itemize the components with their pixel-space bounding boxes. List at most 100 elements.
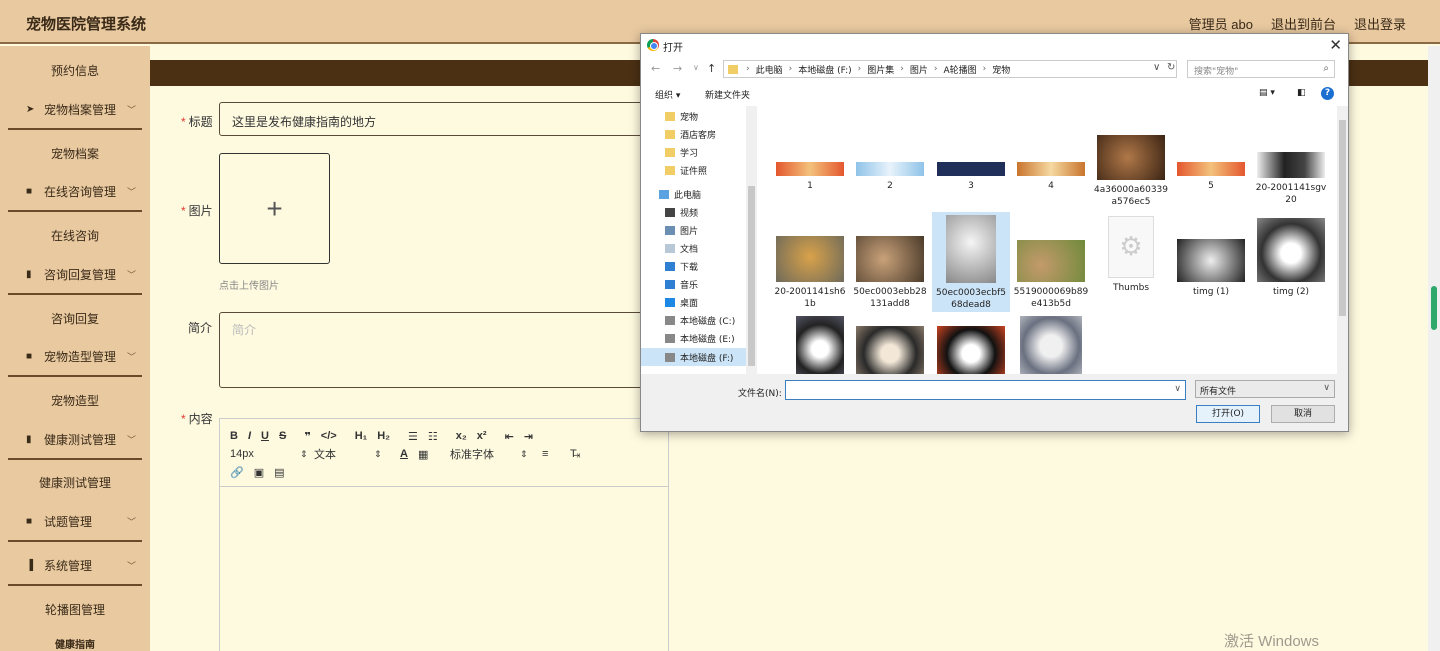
text-style-select[interactable]: 文本 [314, 446, 374, 462]
chevron-down-icon[interactable]: ∨ [1174, 384, 1181, 394]
file-item[interactable]: 5 [1172, 162, 1250, 192]
image-icon[interactable]: ▣ [254, 466, 264, 479]
link-icon[interactable]: 🔗 [230, 466, 244, 479]
preview-pane-icon[interactable]: ◧ [1297, 88, 1306, 98]
nav-item[interactable]: 学习 [665, 146, 698, 159]
nav-item[interactable]: 证件照 [665, 164, 707, 177]
address-bar[interactable]: › 此电脑 › 本地磁盘 (F:) › 图片集 › 图片 › A轮播图 › 宠物 [723, 60, 1177, 78]
scroll-thumb[interactable] [748, 186, 755, 366]
nav-item[interactable]: 宠物 [665, 110, 698, 123]
help-icon[interactable]: ? [1321, 87, 1334, 100]
font-family-select[interactable]: 标准字体 [450, 446, 520, 462]
open-button[interactable]: 打开(O) [1196, 405, 1260, 423]
filetype-select[interactable]: 所有文件 ∨ [1195, 380, 1335, 398]
file-item-selected[interactable]: 50ec0003ecbf5 68dead8 [932, 212, 1010, 312]
file-item[interactable]: timg (1) [1172, 239, 1250, 298]
title-input[interactable]: 这里是发布健康指南的地方 [219, 102, 679, 136]
breadcrumb-item[interactable]: 此电脑 [756, 63, 783, 76]
indent-icon[interactable]: ⇥ [524, 430, 533, 443]
logout-link[interactable]: 退出登录 [1354, 14, 1406, 33]
code-icon[interactable]: </> [321, 430, 337, 442]
nav-item-selected[interactable]: 本地磁盘 (F:) [641, 348, 746, 366]
font-color-icon[interactable]: A [400, 448, 418, 460]
nav-item[interactable]: 本地磁盘 (C:) [665, 314, 735, 327]
nav-item[interactable]: 桌面 [665, 296, 698, 309]
sidebar-item-consult[interactable]: 在线咨询 [8, 227, 142, 244]
nav-item[interactable]: 视频 [665, 206, 698, 219]
up-arrow-icon[interactable]: ↑ [707, 62, 716, 75]
h2-icon[interactable]: H₂ [377, 430, 390, 442]
scroll-thumb[interactable] [1431, 286, 1437, 330]
nav-scrollbar[interactable] [746, 106, 757, 374]
page-scrollbar[interactable] [1428, 46, 1440, 651]
nav-item[interactable]: 此电脑 [659, 188, 701, 201]
superscript-icon[interactable]: x² [477, 430, 487, 442]
clear-format-icon[interactable]: T̶ₓ [570, 448, 580, 460]
breadcrumb-item[interactable]: 宠物 [992, 63, 1010, 76]
file-item[interactable] [851, 326, 929, 374]
search-input[interactable]: 搜索"宠物" ⌕ [1187, 60, 1335, 78]
refresh-icon[interactable]: ↻ [1167, 62, 1175, 73]
sidebar-item-health-tests[interactable]: 健康测试管理 [8, 474, 142, 491]
scroll-thumb[interactable] [1339, 120, 1346, 316]
address-dropdown-icon[interactable]: ∨ [1153, 62, 1160, 73]
nav-item[interactable]: 图片 [665, 224, 698, 237]
nav-item[interactable]: 下载 [665, 260, 698, 273]
file-item[interactable]: timg (2) [1252, 218, 1330, 298]
rich-text-editor[interactable]: B I U S ❞ </> H₁ H₂ ☰ ☷ x₂ x² ⇤ ⇥ 14px ⇕… [219, 418, 669, 651]
ordered-list-icon[interactable]: ☰ [408, 430, 418, 443]
file-item[interactable]: 20-2001141sh6 1b [771, 236, 849, 310]
file-item[interactable]: 1 [771, 162, 849, 192]
sidebar-menu-styling[interactable]: ■ 宠物造型管理 ﹀ [8, 348, 142, 365]
strike-icon[interactable]: S [279, 430, 286, 442]
new-folder-button[interactable]: 新建文件夹 [705, 88, 750, 101]
h1-icon[interactable]: H₁ [355, 430, 368, 442]
sidebar-menu-consult[interactable]: ■ 在线咨询管理 ﹀ [8, 183, 142, 200]
nav-item[interactable]: 音乐 [665, 278, 698, 291]
nav-item[interactable]: 本地磁盘 (E:) [665, 332, 735, 345]
file-item[interactable]: 4 [1012, 162, 1090, 192]
file-item[interactable]: 3 [932, 162, 1010, 192]
bold-icon[interactable]: B [230, 430, 238, 442]
file-item[interactable]: 2 [851, 162, 929, 192]
breadcrumb-item[interactable]: 图片集 [867, 63, 894, 76]
file-item[interactable] [1012, 316, 1090, 374]
file-item[interactable]: ⚙ Thumbs [1092, 216, 1170, 294]
view-options-icon[interactable]: ▤ ▾ [1259, 88, 1275, 98]
italic-icon[interactable]: I [248, 430, 251, 442]
image-upload-button[interactable]: + [219, 153, 330, 264]
sidebar-item-pet-records[interactable]: 宠物档案 [8, 145, 142, 162]
sidebar-menu-questions[interactable]: ■ 试题管理 ﹀ [8, 513, 142, 530]
video-icon[interactable]: ▤ [274, 466, 284, 479]
forward-arrow-icon[interactable]: → [673, 62, 682, 75]
filename-input[interactable]: ∨ [785, 380, 1186, 400]
file-item[interactable]: 5519000069b89 e413b5d [1012, 240, 1090, 310]
underline-icon[interactable]: U [261, 430, 269, 442]
breadcrumb-item[interactable]: 本地磁盘 (F:) [798, 63, 851, 76]
subscript-icon[interactable]: x₂ [456, 430, 467, 442]
nav-item[interactable]: 酒店客房 [665, 128, 716, 141]
recent-chevron-icon[interactable]: ∨ [693, 63, 699, 72]
breadcrumb-item[interactable]: 图片 [910, 63, 928, 76]
font-size-select[interactable]: 14px [230, 448, 300, 460]
files-scrollbar[interactable] [1337, 106, 1348, 374]
sidebar-menu-health-tests[interactable]: ▮ 健康测试管理 ﹀ [8, 431, 142, 448]
file-item[interactable] [781, 316, 859, 374]
sidebar-item-appointments[interactable]: 预约信息 [8, 62, 142, 79]
nav-item[interactable]: 文档 [665, 242, 698, 255]
cancel-button[interactable]: 取消 [1271, 405, 1335, 423]
file-item[interactable]: 20-2001141sgv 20 [1252, 152, 1330, 206]
outdent-icon[interactable]: ⇤ [505, 430, 514, 443]
sidebar-menu-system[interactable]: ▐ 系统管理 ﹀ [8, 557, 142, 574]
file-item[interactable] [932, 326, 1010, 374]
back-to-front-link[interactable]: 退出到前台 [1271, 14, 1336, 33]
back-arrow-icon[interactable]: ← [651, 62, 660, 75]
close-icon[interactable]: ✕ [1329, 36, 1342, 54]
align-icon[interactable]: ≡ [542, 448, 570, 460]
sidebar-item-replies[interactable]: 咨询回复 [8, 310, 142, 327]
bullet-list-icon[interactable]: ☷ [428, 430, 438, 443]
sidebar-item-styling[interactable]: 宠物造型 [8, 392, 142, 409]
sidebar-item-carousel[interactable]: 轮播图管理 [8, 601, 142, 618]
background-color-icon[interactable]: ▦ [418, 448, 450, 461]
file-item[interactable]: 50ec0003ebb28 131add8 [851, 236, 929, 310]
